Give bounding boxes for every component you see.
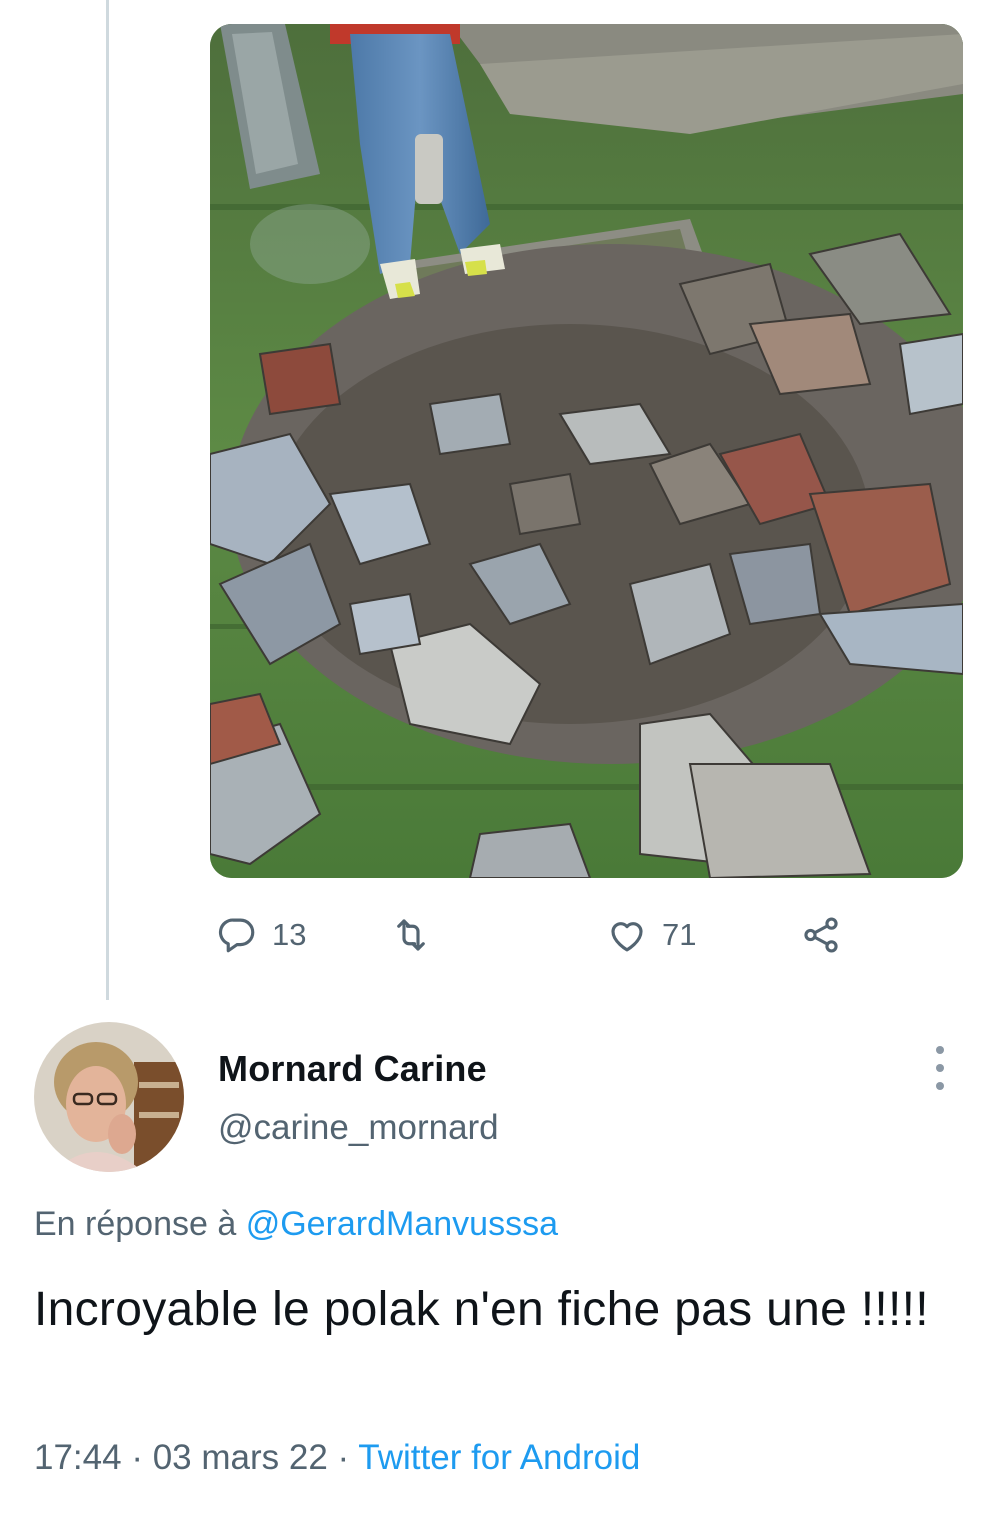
retweet-button[interactable] <box>390 905 446 965</box>
meta-separator: · <box>327 1438 359 1477</box>
reply-icon <box>218 918 255 953</box>
meta-separator: · <box>121 1438 153 1477</box>
tweet-date[interactable]: 03 mars 22 <box>153 1438 328 1477</box>
tweet-time[interactable]: 17:44 <box>34 1438 122 1477</box>
like-count: 71 <box>662 917 697 952</box>
reply-to-handle-link[interactable]: @GerardManvusssa <box>246 1205 558 1243</box>
photo-rubble-scene <box>210 24 963 878</box>
tweet-action-bar: 13 71 <box>210 905 910 965</box>
share-icon <box>804 917 838 953</box>
author-handle[interactable]: @carine_mornard <box>218 1108 499 1148</box>
avatar[interactable] <box>34 1022 184 1172</box>
tweet-source-link[interactable]: Twitter for Android <box>358 1438 640 1477</box>
avatar-photo <box>34 1022 184 1172</box>
thread-connector-line <box>106 0 109 1000</box>
reply-context: En réponse à @GerardManvusssa <box>34 1205 558 1244</box>
more-options-button[interactable] <box>926 1046 954 1090</box>
more-dot <box>936 1064 944 1072</box>
reply-count: 13 <box>272 917 307 952</box>
more-dot <box>936 1046 944 1054</box>
author-display-name[interactable]: Mornard Carine <box>218 1048 487 1090</box>
reply-button[interactable]: 13 <box>216 905 306 965</box>
tweet-metadata: 17:44 · 03 mars 22 · Twitter for Android <box>34 1438 640 1478</box>
like-button[interactable]: 71 <box>606 905 696 965</box>
share-button[interactable] <box>800 905 842 965</box>
more-dot <box>936 1082 944 1090</box>
tweet-photo[interactable] <box>210 24 963 878</box>
reply-prefix: En réponse à <box>34 1205 246 1243</box>
tweet-body-text: Incroyable le polak n'en fiche pas une !… <box>34 1283 929 1336</box>
retweet-icon <box>397 919 425 951</box>
heart-icon <box>611 922 643 952</box>
